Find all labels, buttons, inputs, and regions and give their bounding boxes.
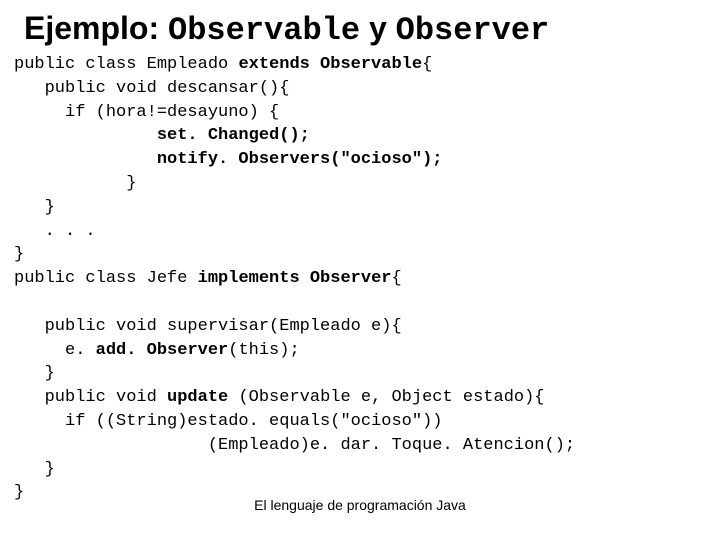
- title-prefix: Ejemplo:: [24, 10, 159, 46]
- code-line: }: [14, 174, 136, 193]
- code-line: if ((String)estado. equals("ocioso")): [14, 412, 442, 431]
- code-bold: add. Observer: [96, 341, 229, 360]
- code-line: (Observable e, Object estado){: [228, 388, 544, 407]
- code-line: . . .: [14, 222, 96, 241]
- code-line: {: [391, 269, 401, 288]
- code-bold: notify. Observers("ocioso");: [14, 150, 442, 169]
- code-line: }: [14, 483, 24, 502]
- code-line: }: [14, 198, 55, 217]
- code-line: public void supervisar(Empleado e){: [14, 317, 402, 336]
- slide-container: Ejemplo: Observable y Observer public cl…: [0, 0, 720, 540]
- code-line: {: [422, 55, 432, 74]
- code-line: e.: [14, 341, 96, 360]
- title-conj: y: [369, 10, 387, 46]
- footer-text: El lenguaje de programación Java: [254, 497, 466, 513]
- code-line: (Empleado)e. dar. Toque. Atencion();: [14, 436, 575, 455]
- code-line: public void: [14, 388, 167, 407]
- code-block: public class Empleado extends Observable…: [14, 53, 696, 505]
- code-line: if (hora!=desayuno) {: [14, 103, 279, 122]
- code-line: }: [14, 364, 55, 383]
- code-line: public void descansar(){: [14, 79, 289, 98]
- code-line: public class Jefe: [14, 269, 198, 288]
- code-line: (this);: [228, 341, 299, 360]
- code-bold: update: [167, 388, 228, 407]
- slide-title: Ejemplo: Observable y Observer: [24, 10, 696, 49]
- title-observable: Observable: [168, 12, 360, 49]
- title-observer: Observer: [396, 12, 550, 49]
- code-line: }: [14, 460, 55, 479]
- code-bold: implements Observer: [198, 269, 392, 288]
- code-line: public class Empleado: [14, 55, 238, 74]
- code-bold: extends Observable: [238, 55, 422, 74]
- code-line: }: [14, 245, 24, 264]
- code-bold: set. Changed();: [14, 126, 310, 145]
